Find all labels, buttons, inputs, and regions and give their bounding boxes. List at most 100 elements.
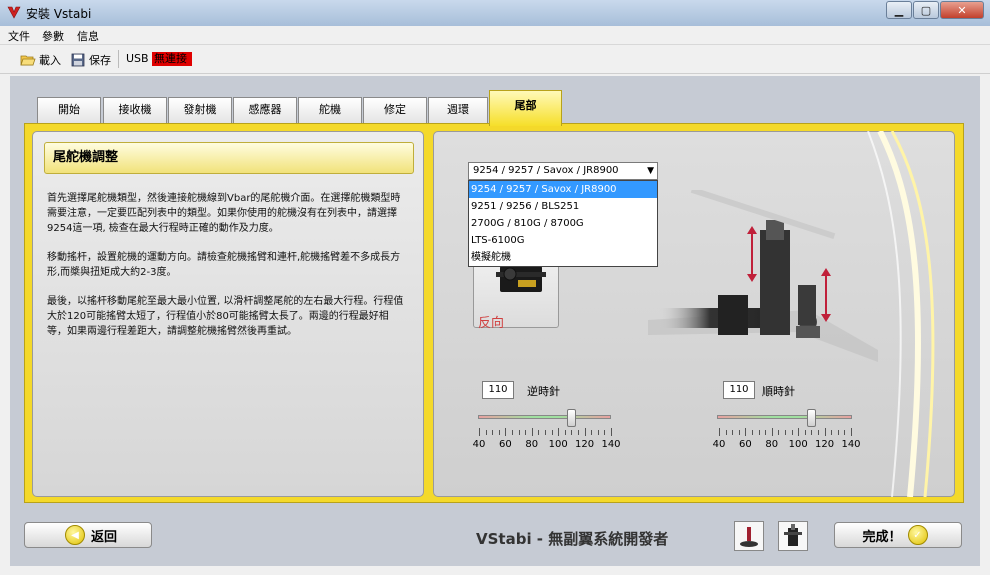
cw-tick [738,430,740,435]
cw-tick [818,430,819,435]
ccw-tick [578,430,579,435]
servo-mini-icon [784,524,802,546]
title-bar: 安裝 Vstabi ▁ ▢ ✕ [0,0,990,27]
cw-travel-label: 順時針 [762,385,795,398]
cw-tick [732,430,734,435]
cw-scale-label: 100 [788,439,808,450]
app-window: 安裝 Vstabi ▁ ▢ ✕ 文件 參數 信息 載入 保存 USB 無連接 開… [0,0,990,575]
ccw-scale-label: 40 [472,439,486,450]
cw-tick [725,430,727,435]
cw-tick [778,430,780,435]
tab-servo[interactable]: 舵機 [298,97,362,123]
minimize-button[interactable]: ▁ [886,1,912,19]
back-button[interactable]: ◀ 返回 [24,522,152,548]
cw-tick [851,428,852,436]
servo-icon-button[interactable] [778,521,808,551]
instruction-paragraph-3: 最後，以搖杆移動尾舵至最大最小位置, 以滑杆調整尾舵的左右最大行程。行程值大於1… [47,296,404,337]
usb-label: USB [126,52,149,65]
ccw-scale-label: 120 [575,439,595,450]
servo-option[interactable]: 2700G / 810G / 8700G [469,215,657,232]
stick-icon-button[interactable] [734,521,764,551]
cw-tick [752,430,753,435]
ccw-tick [591,430,593,435]
cw-tick [811,430,813,435]
ccw-tick [558,428,560,436]
cw-tick [824,428,826,436]
instruction-paragraph-1: 首先選擇尾舵機類型，然後連接舵機線到Vbar的尾舵機介面。在選擇舵機類型時需要注… [47,193,401,234]
finish-button[interactable]: 完成！ ✓ [834,522,962,548]
ccw-tick [531,428,533,436]
tab-tail[interactable]: 尾部 [489,90,562,126]
ccw-tick [512,430,513,435]
maximize-button[interactable]: ▢ [913,1,939,19]
cw-travel-track[interactable] [717,415,852,419]
cw-tick [804,430,806,435]
cw-tick [831,430,833,435]
tab-start[interactable]: 開始 [37,97,101,123]
ccw-tick [492,430,494,435]
servo-type-options: 9254 / 9257 / Savox / JR8900 9251 / 9256… [468,180,658,267]
save-label: 保存 [89,54,111,67]
load-label: 載入 [39,54,61,67]
cw-tick [745,428,747,436]
cw-tick [798,428,800,436]
ccw-travel-slider[interactable] [567,409,577,427]
cw-tick [791,430,793,435]
tab-receiver[interactable]: 接收機 [103,97,167,123]
ccw-tick [538,430,540,435]
ccw-tick [505,428,507,436]
servo-option[interactable]: 模擬舵機 [469,249,657,266]
cw-tick [837,430,839,435]
cw-travel-input[interactable]: 110 [723,381,755,399]
servo-option[interactable]: LTS-6100G [469,232,657,249]
save-button[interactable]: 保存 [70,52,111,68]
connection-status-badge: 無連接 [152,52,192,66]
cw-tick [785,430,786,435]
tab-transmitter[interactable]: 發射機 [168,97,232,123]
cw-tick [765,430,767,435]
cw-scale-label: 140 [841,439,861,450]
servo-type-select[interactable]: 9254 / 9257 / Savox / JR8900 ▼ [468,162,658,180]
tab-sensor[interactable]: 感應器 [233,97,297,123]
ccw-tick [584,428,586,436]
window-controls: ▁ ▢ ✕ [885,1,984,19]
cw-tick [844,430,846,435]
menu-params[interactable]: 參數 [42,28,64,44]
load-button[interactable]: 載入 [20,52,61,68]
joystick-icon [740,527,758,547]
close-button[interactable]: ✕ [940,1,984,19]
servo-icon [496,266,546,292]
tail-rotor-illustration [648,190,878,362]
ccw-travel-input[interactable]: 110 [482,381,514,399]
servo-option[interactable]: 9251 / 9256 / BLS251 [469,198,657,215]
ccw-tick [571,430,573,435]
finish-label: 完成！ [862,529,902,545]
folder-open-icon [20,55,36,66]
window-title: 安裝 Vstabi [26,7,92,21]
servo-type-selected: 9254 / 9257 / Savox / JR8900 [473,165,619,176]
reverse-label[interactable]: 反向 [478,312,504,331]
cw-travel-slider[interactable] [807,409,817,427]
ccw-travel-track[interactable] [478,415,611,419]
servo-option[interactable]: 9254 / 9257 / Savox / JR8900 [469,181,657,198]
ccw-scale-label: 100 [548,439,568,450]
tab-cyclic[interactable]: 週環 [428,97,488,123]
section-title: 尾舵機調整 [44,142,414,174]
instruction-paragraph-2: 移動搖杆，設置舵機的運動方向。請檢查舵機搖臂和連杆,舵機搖臂差不多成長方形,而槳… [47,252,401,278]
cw-tick [758,430,760,435]
tab-trim[interactable]: 修定 [363,97,427,123]
chevron-down-icon: ▼ [647,166,654,176]
ccw-tick [611,428,612,436]
cw-scale-label: 40 [712,439,726,450]
ccw-travel-label: 逆時針 [527,385,560,398]
ccw-tick [479,428,480,436]
menu-file[interactable]: 文件 [8,28,30,44]
toolbar: 載入 保存 USB 無連接 [0,45,990,74]
toolbar-separator [118,50,119,68]
menu-info[interactable]: 信息 [77,28,99,44]
ccw-scale-label: 80 [525,439,539,450]
ccw-tick [604,430,606,435]
cw-scale-label: 80 [765,439,779,450]
ccw-tick [551,430,553,435]
ccw-scale-label: 140 [601,439,621,450]
